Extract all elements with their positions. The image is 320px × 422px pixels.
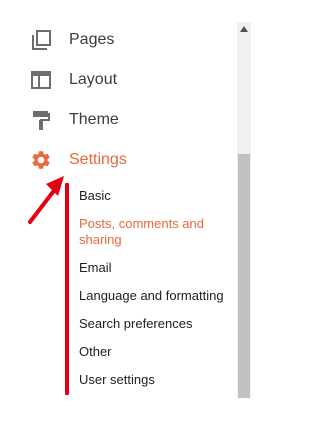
submenu-item-search-preferences[interactable]: Search preferences	[79, 316, 192, 332]
scroll-up-button[interactable]	[237, 22, 251, 36]
submenu-item-language-formatting[interactable]: Language and formatting	[79, 288, 224, 304]
nav-item-theme[interactable]: Theme	[0, 100, 236, 140]
nav-label-pages: Pages	[69, 31, 115, 48]
nav-label-settings: Settings	[69, 151, 127, 168]
submenu-item-basic[interactable]: Basic	[79, 188, 111, 204]
submenu-item-user-settings[interactable]: User settings	[79, 372, 155, 388]
annotation-arrow-icon	[28, 176, 64, 224]
nav-label-layout: Layout	[69, 71, 118, 88]
vertical-scrollbar[interactable]	[237, 22, 251, 398]
nav-label-theme: Theme	[69, 111, 119, 128]
nav-item-pages[interactable]: Pages	[0, 20, 236, 60]
submenu-item-email[interactable]: Email	[79, 260, 112, 276]
pages-icon	[32, 30, 51, 50]
submenu-item-other[interactable]: Other	[79, 344, 112, 360]
layout-icon	[31, 71, 51, 89]
blogger-sidebar: Pages Layout Theme Settings Basic Posts,…	[0, 0, 279, 422]
nav-item-layout[interactable]: Layout	[0, 60, 236, 100]
theme-icon	[33, 111, 50, 130]
scrollbar-thumb[interactable]	[238, 154, 250, 398]
submenu-item-posts-comments-sharing[interactable]: Posts, comments and sharing	[79, 216, 229, 248]
scroll-up-arrow-icon	[240, 26, 248, 32]
